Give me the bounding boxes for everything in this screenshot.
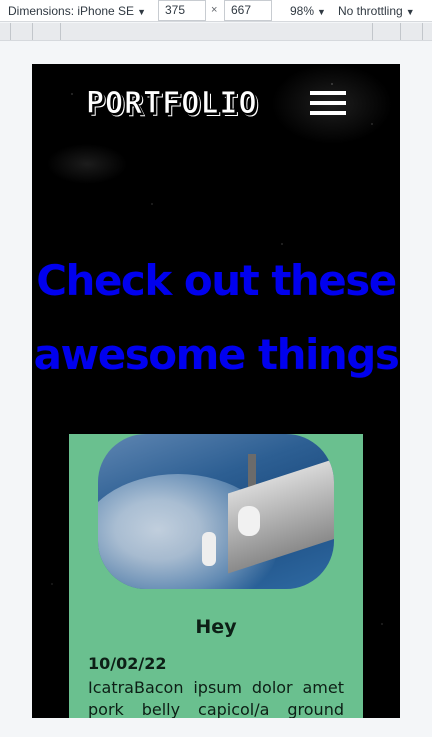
astronaut-image: [98, 434, 334, 589]
astronaut-shape: [238, 506, 260, 536]
device-viewport: PORTFOLIO Check out these awesome things…: [32, 64, 400, 718]
ruler-tick: [372, 23, 373, 40]
hero-heading: Check out these awesome things: [33, 256, 400, 379]
width-input[interactable]: 375: [158, 0, 206, 21]
ruler-tick: [400, 23, 401, 40]
media-query-bar[interactable]: [0, 23, 432, 41]
ruler-tick: [10, 23, 11, 40]
ruler-tick: [32, 23, 33, 40]
astronaut-shape: [202, 532, 216, 566]
height-input[interactable]: 667: [224, 0, 272, 21]
device-select[interactable]: Dimensions: iPhone SE ▼: [8, 3, 146, 20]
device-select-label: Dimensions: iPhone SE: [8, 4, 135, 18]
device-toolbar: Dimensions: iPhone SE ▼ 375 × 667 98% ▼ No…: [0, 0, 432, 22]
site-logo[interactable]: PORTFOLIO: [86, 86, 258, 122]
width-value: 375: [165, 3, 186, 17]
ruler-tick: [60, 23, 61, 40]
zoom-label: 98%: [290, 4, 315, 18]
chevron-down-icon: ▼: [405, 7, 415, 17]
height-value: 667: [231, 3, 252, 17]
hamburger-menu-icon[interactable]: [310, 91, 346, 117]
throttling-select[interactable]: No throttling ▼: [338, 3, 415, 20]
chevron-down-icon: ▼: [137, 7, 146, 17]
zoom-select[interactable]: 98% ▼: [290, 3, 326, 20]
chevron-down-icon: ▼: [317, 7, 326, 17]
card-body: IcatraBacon ipsum dolor amet pork belly …: [88, 678, 344, 718]
throttling-label: No throttling: [338, 4, 403, 18]
times-icon: ×: [211, 4, 218, 16]
card-date: 10/02/22: [88, 654, 167, 673]
card-title: Hey: [195, 616, 237, 638]
content-card: Hey 10/02/22 IcatraBacon ipsum dolor ame…: [69, 434, 363, 718]
ruler-tick: [422, 23, 423, 40]
